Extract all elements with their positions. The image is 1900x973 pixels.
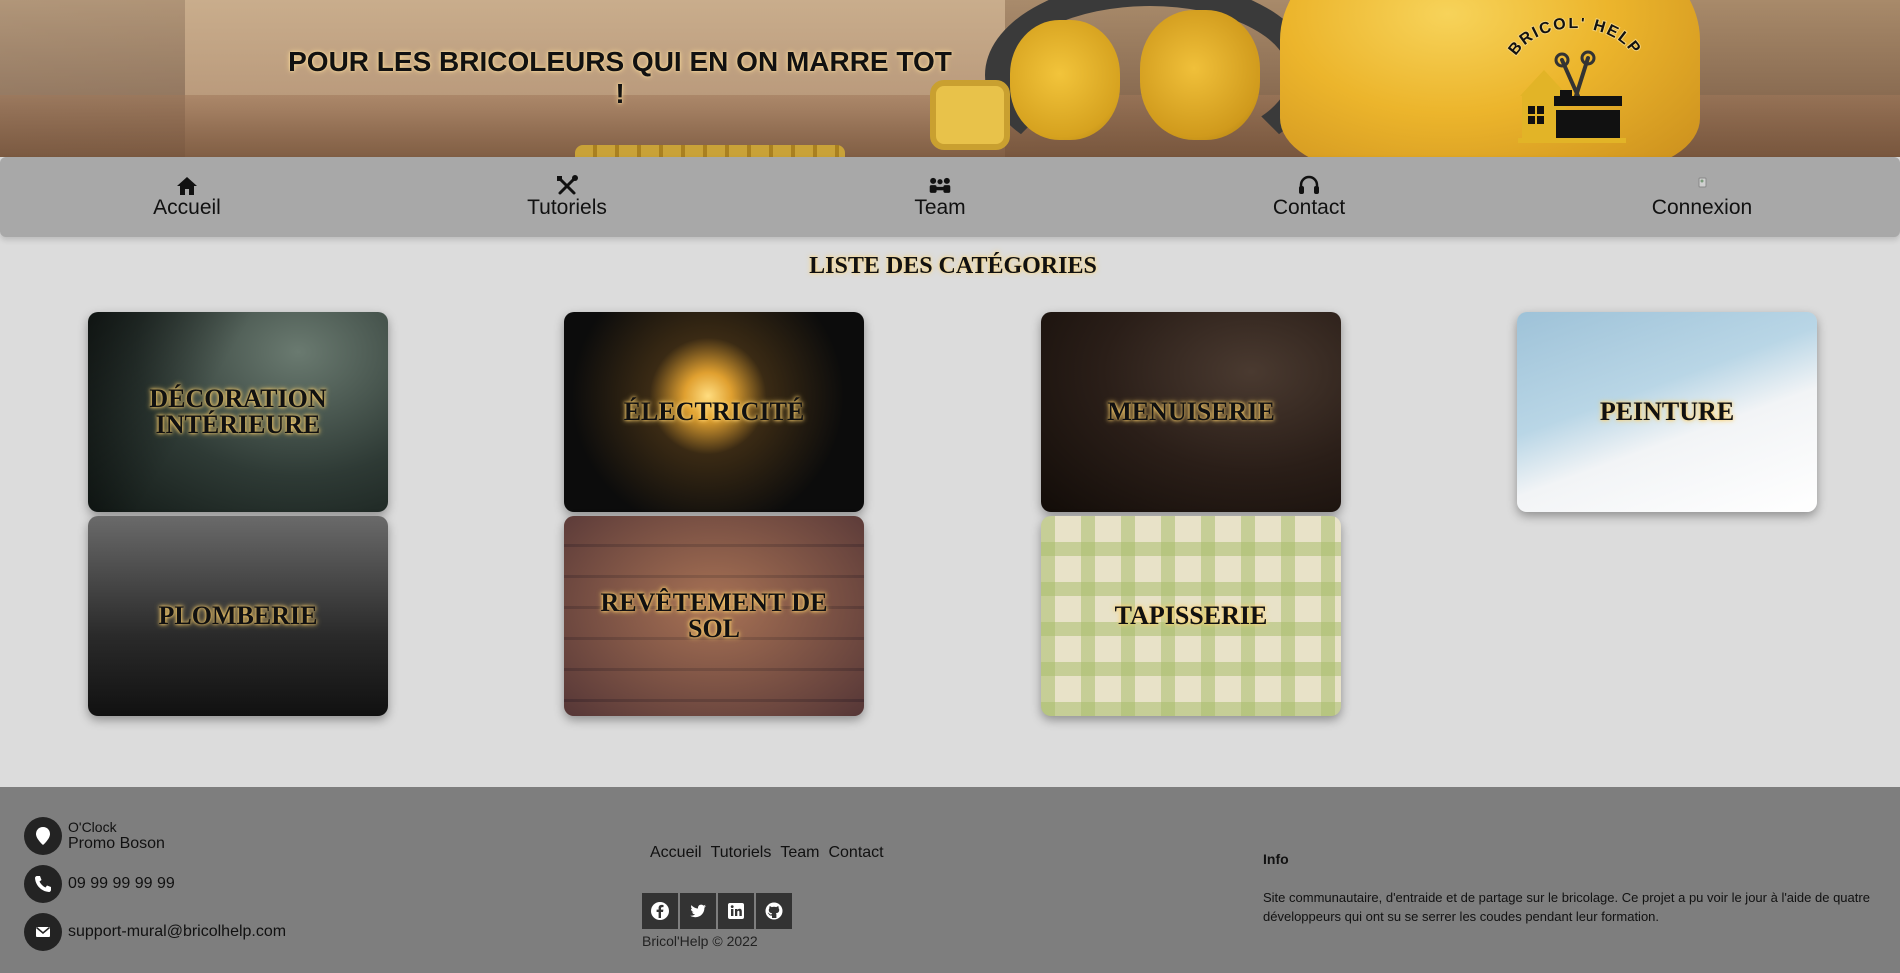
category-card-electricite[interactable]: ÉLECTRICITÉ [564,312,864,512]
broken-image-icon [1622,175,1782,197]
categories-title: LISTE DES CATÉGORIES [809,253,1097,279]
category-label: PEINTURE [1599,397,1735,426]
site-logo[interactable]: BRICOL' HELP [1500,14,1650,148]
nav-item-contact[interactable]: Contact [1229,175,1389,219]
category-card-decoration[interactable]: DÉCORATION INTÉRIEURE [88,312,388,512]
category-card-peinture[interactable]: PEINTURE [1517,312,1817,512]
category-card-revetement-de-sol[interactable]: REVÊTEMENT DE SOL [564,516,864,716]
footer-link-team[interactable]: Team [780,844,819,862]
home-icon [107,175,267,197]
earmuff-cup-image [1010,20,1120,140]
phone-icon [24,865,62,903]
category-card-menuiserie[interactable]: MENUISERIE [1041,312,1341,512]
headset-icon [1229,175,1389,197]
category-label: TAPISSERIE [1114,601,1268,630]
nav-label: Connexion [1651,196,1753,219]
category-label: PLOMBERIE [158,601,318,630]
footer-company: O'Clock [68,819,117,835]
category-card-tapisserie[interactable]: TAPISSERIE [1041,516,1341,716]
footer-link-accueil[interactable]: Accueil [650,844,702,862]
site-tagline: POUR LES BRICOLEURS QUI EN ON MARRE TOT … [288,46,952,109]
footer-info-title: Info [1263,851,1289,867]
footer-link-tutoriels[interactable]: Tutoriels [711,844,772,862]
footer-address: O'Clock Promo Boson [24,817,165,855]
social-links [642,893,792,929]
nav-item-team[interactable]: Team [860,175,1020,219]
footer-email-address[interactable]: support-mural@bricolhelp.com [68,923,286,941]
facebook-button[interactable] [642,893,678,929]
svg-text:BRICOL' HELP: BRICOL' HELP [1506,18,1645,59]
team-icon [860,175,1020,197]
category-label: MENUISERIE [1107,397,1275,426]
category-card-plomberie[interactable]: PLOMBERIE [88,516,388,716]
measuring-tape-image [575,145,845,157]
footer-info-text: Site communautaire, d'entraide et de par… [1263,890,1870,924]
twitter-button[interactable] [680,893,716,929]
footer-promo: Promo Boson [68,835,165,852]
main-nav: Accueil Tutoriels Team Contact Connexion [0,157,1900,237]
footer-phone: 09 99 99 99 99 [24,865,175,903]
footer-phone-number[interactable]: 09 99 99 99 99 [68,875,175,893]
nav-item-tutoriels[interactable]: Tutoriels [487,175,647,219]
nav-label: Tutoriels [527,196,607,219]
site-footer: O'Clock Promo Boson 09 99 99 99 99 suppo… [0,787,1900,973]
hero-banner: POUR LES BRICOLEURS QUI EN ON MARRE TOT … [0,0,1900,157]
envelope-icon [24,913,62,951]
nav-label: Accueil [153,196,221,219]
category-label: ÉLECTRICITÉ [623,397,805,426]
nav-label: Team [914,196,966,219]
location-pin-icon [24,817,62,855]
footer-email: support-mural@bricolhelp.com [24,913,286,951]
linkedin-button[interactable] [718,893,754,929]
linkedin-icon [728,903,744,919]
tools-icon [487,175,647,197]
github-button[interactable] [756,893,792,929]
nav-item-accueil[interactable]: Accueil [107,175,267,219]
footer-nav: Accueil Tutoriels Team Contact [650,844,884,862]
earmuff-cup-image [1140,10,1260,140]
twitter-icon [690,904,706,918]
nav-label: Contact [1272,196,1346,219]
category-label: DÉCORATION INTÉRIEURE [149,384,327,439]
logo-text: BRICOL' HELP [1505,14,1644,59]
footer-link-contact[interactable]: Contact [828,844,883,862]
nav-item-connexion[interactable]: Connexion [1622,175,1782,219]
footer-copyright: Bricol'Help © 2022 [642,933,758,949]
category-label: REVÊTEMENT DE SOL [600,588,828,643]
github-icon [765,902,783,920]
facebook-icon [651,902,669,920]
